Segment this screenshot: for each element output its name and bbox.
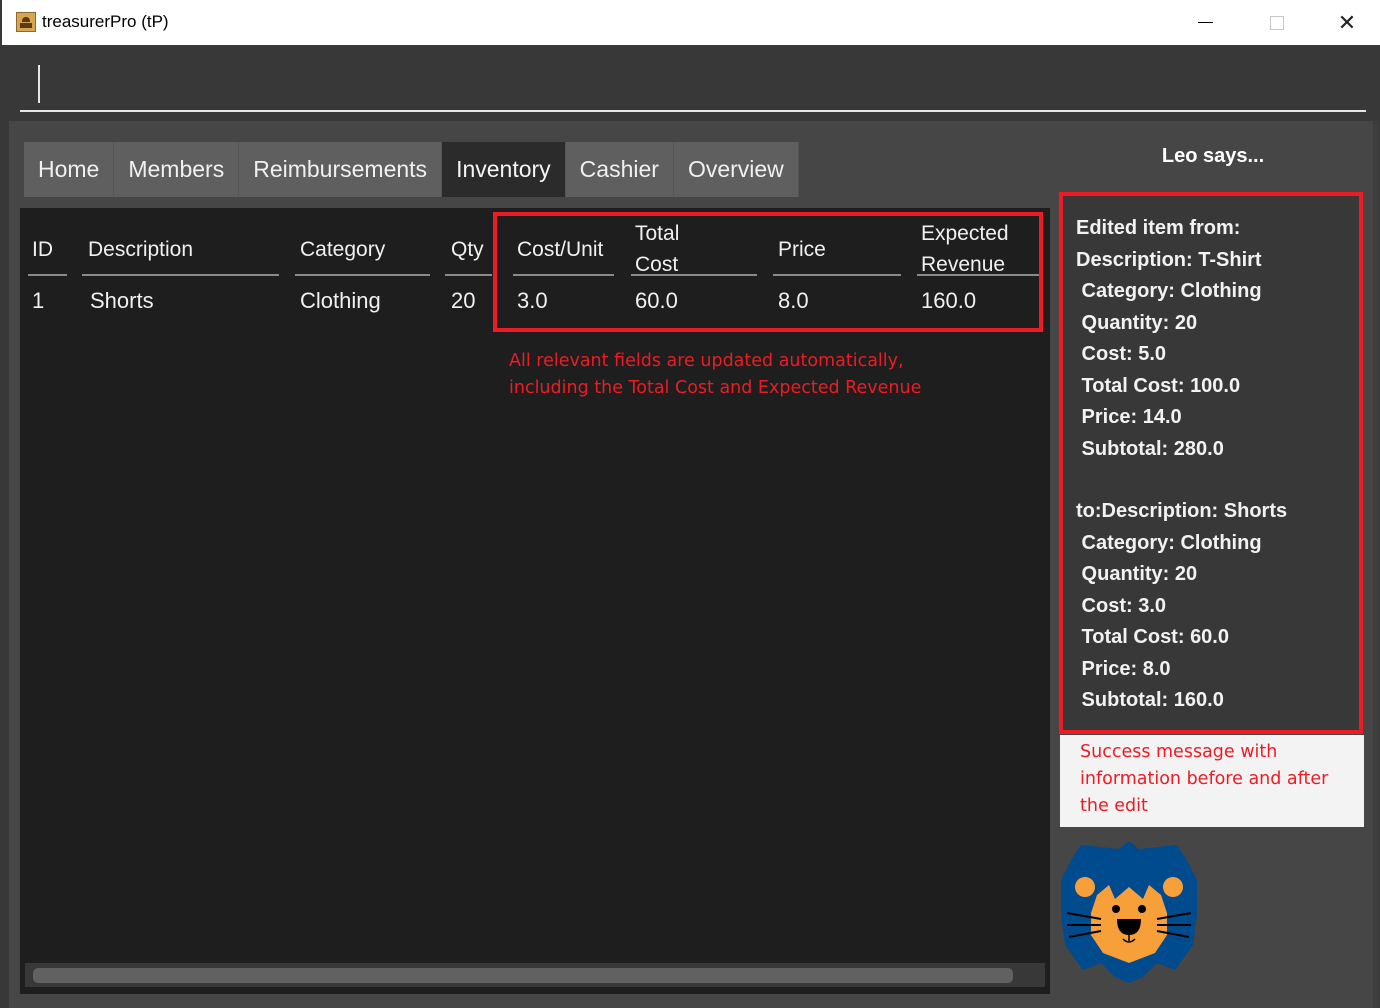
table-cell[interactable]: 20 (451, 288, 475, 314)
table-annotation: All relevant fields are updated automati… (509, 348, 921, 402)
assistant-title: Leo says... (1161, 145, 1265, 167)
close-icon: ✕ (1337, 9, 1357, 35)
minimize-button[interactable] (1182, 0, 1228, 45)
annotation-line: Success message with (1080, 742, 1278, 762)
message-line: Price: 14.0 (1076, 406, 1182, 428)
tab-overview[interactable]: Overview (674, 142, 799, 197)
horizontal-scrollbar[interactable] (25, 963, 1045, 987)
column-header-line: Qty (451, 238, 484, 261)
column-header-line: ID (32, 238, 53, 261)
annotation-line: including the Total Cost and Expected Re… (509, 378, 922, 398)
window-title: treasurerPro (tP) (42, 12, 169, 31)
column-header[interactable]: Description (88, 234, 193, 265)
tab-home[interactable]: Home (24, 142, 115, 197)
side-scrollbar[interactable] (1373, 121, 1379, 1008)
annotation-line: the edit (1080, 796, 1148, 816)
main-panel: Home Members Reimbursements Inventory Cashie… (9, 121, 1379, 1008)
annotation-line: information before and after (1080, 769, 1329, 789)
column-header-line: Category (300, 238, 386, 261)
message-annotation: Success message with information before a… (1060, 735, 1364, 827)
message-line: Cost: 5.0 (1076, 343, 1167, 365)
lion-eye-left (1112, 905, 1120, 913)
column-divider (445, 274, 492, 276)
annotation-line: All relevant fields are updated automati… (509, 351, 904, 371)
tab-bar: Home Members Reimbursements Inventory Cashie… (24, 142, 799, 197)
table-cell[interactable]: Shorts (90, 288, 154, 314)
inventory-table: ID Description Category Qty Cost/Unit Total Co… (20, 208, 1050, 994)
lion-eye-right (1138, 905, 1146, 913)
title-bar: treasurerPro (tP) ✕ (2, 0, 1380, 45)
command-area (2, 45, 1380, 120)
table-cell[interactable]: 1 (32, 288, 44, 314)
message-line: Total Cost: 60.0 (1076, 626, 1229, 648)
column-divider (82, 274, 279, 276)
tab-reimbursements[interactable]: Reimbursements (239, 142, 443, 197)
message-line: Description: T-Shirt (1076, 248, 1262, 271)
message-line: Edited item from: (1076, 217, 1241, 239)
close-button[interactable]: ✕ (1324, 0, 1370, 45)
column-divider (28, 274, 67, 276)
message-line: Quantity: 20 (1076, 563, 1198, 585)
column-divider (295, 274, 430, 276)
scrollbar-thumb[interactable] (33, 968, 1013, 983)
message-line: Subtotal: 160.0 (1076, 689, 1224, 711)
lion-ear-left (1075, 877, 1095, 897)
message-gap (1076, 465, 1359, 496)
column-header[interactable]: ID (32, 234, 53, 265)
maximize-button[interactable] (1254, 0, 1300, 45)
maximize-icon (1270, 15, 1284, 30)
message-line: Price: 8.0 (1076, 657, 1171, 680)
message-line: Category: Clothing (1076, 531, 1262, 554)
lion-ear-right (1163, 877, 1183, 897)
minimize-icon (1197, 22, 1213, 23)
table-cell[interactable]: Clothing (300, 288, 381, 314)
message-line: Total Cost: 100.0 (1076, 374, 1241, 397)
column-header[interactable]: Category (300, 234, 385, 265)
highlight-box (493, 212, 1043, 332)
tab-members[interactable]: Members (114, 142, 240, 197)
message-line: Subtotal: 280.0 (1076, 437, 1224, 460)
result-message-box: Edited item from: Description: T-Shirt Ca… (1059, 192, 1363, 734)
message-line: Cost: 3.0 (1076, 594, 1167, 617)
column-header-line: Description (88, 238, 194, 261)
tab-inventory[interactable]: Inventory (442, 142, 566, 197)
message-line: to:Description: Shorts (1076, 500, 1288, 522)
app-icon (16, 12, 36, 32)
column-header[interactable]: Qty (451, 234, 484, 265)
tab-cashier[interactable]: Cashier (566, 142, 674, 197)
message-line: Quantity: 20 (1076, 311, 1198, 334)
command-input[interactable] (20, 45, 1366, 112)
message-line: Category: Clothing (1076, 280, 1262, 302)
lion-mascot-icon (1061, 841, 1197, 983)
text-caret (38, 65, 40, 103)
